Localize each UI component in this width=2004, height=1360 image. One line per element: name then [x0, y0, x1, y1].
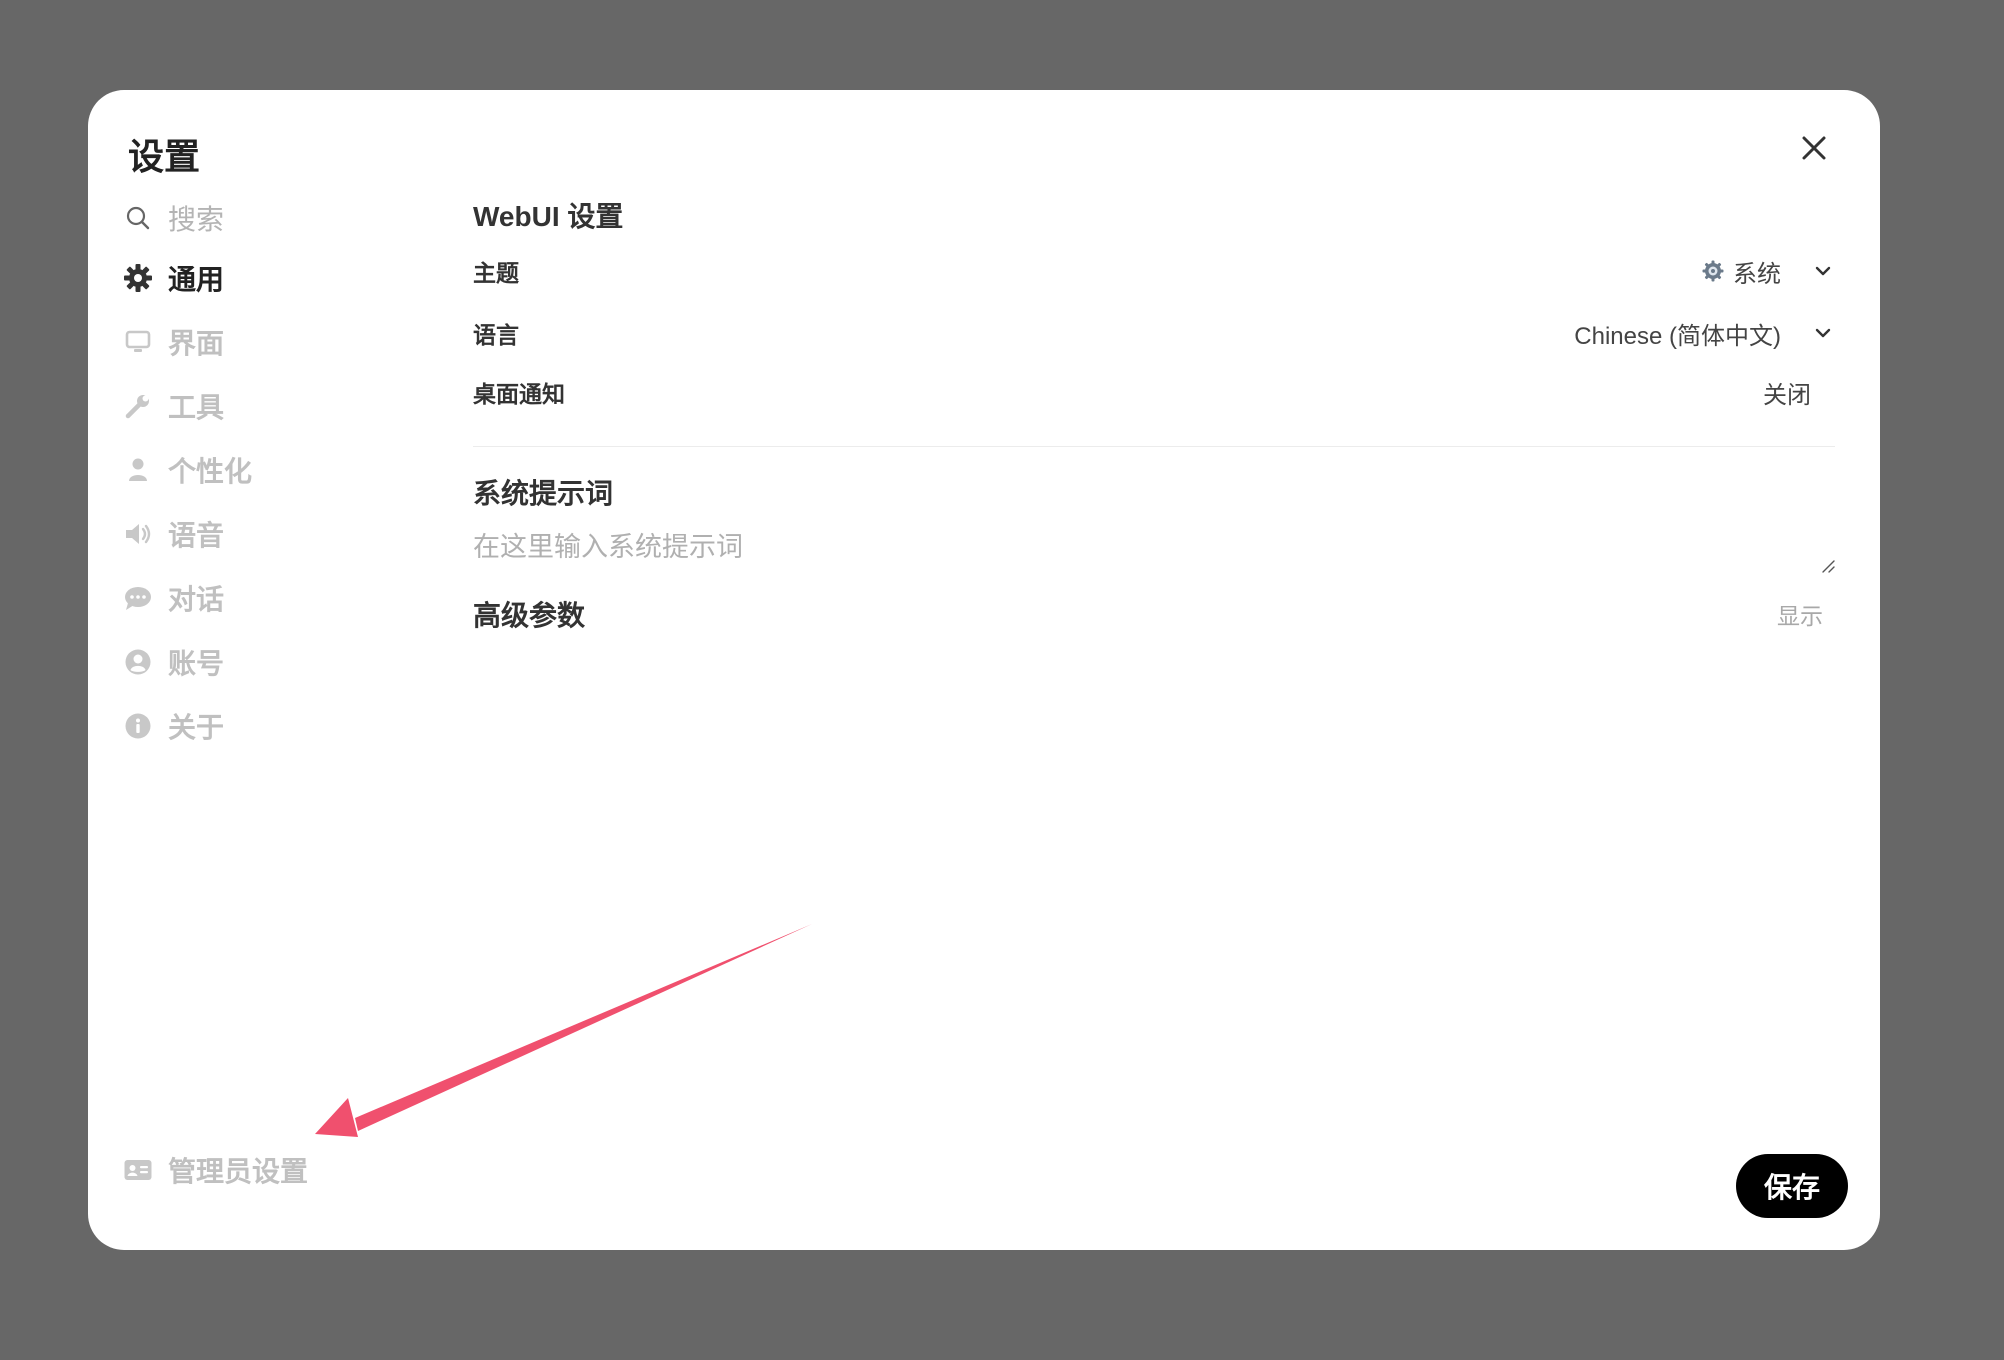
sidebar-item-voice[interactable]: 语音: [122, 502, 422, 566]
system-prompt-title: 系统提示词: [473, 478, 614, 509]
notifications-toggle[interactable]: 关闭: [1763, 375, 1811, 410]
sidebar-item-label: 界面: [168, 328, 225, 359]
sidebar-item-about[interactable]: 关于: [122, 694, 422, 758]
chevron-down-icon: [1811, 259, 1835, 283]
sidebar-item-interface[interactable]: 界面: [122, 310, 422, 374]
general-settings-panel: WebUI 设置 主题 系统 语言 Chinese (简体中文) 桌面通知 关闭…: [473, 190, 1835, 641]
info-icon: [122, 710, 154, 742]
theme-label: 主题: [473, 260, 519, 286]
language-select[interactable]: Chinese (简体中文): [1574, 316, 1835, 351]
search-icon: [122, 202, 154, 234]
sidebar-item-label: 语音: [168, 520, 225, 551]
system-gear-icon: [1701, 259, 1725, 283]
gear-icon: [122, 262, 154, 294]
sidebar-item-label: 关于: [168, 712, 225, 743]
close-button[interactable]: [1794, 128, 1834, 168]
monitor-icon: [122, 326, 154, 358]
advanced-params-toggle[interactable]: 显示: [1777, 597, 1823, 631]
theme-row: 主题 系统: [473, 240, 1835, 302]
sidebar-item-personalization[interactable]: 个性化: [122, 438, 422, 502]
language-label: 语言: [473, 322, 519, 348]
chevron-down-icon: [1811, 321, 1835, 345]
resize-handle-icon[interactable]: [1821, 559, 1835, 573]
theme-select[interactable]: 系统: [1701, 254, 1835, 289]
sidebar-item-label: 通用: [168, 264, 225, 295]
settings-modal: 设置 搜索 通用 界面 工具 个性化 语音 对话 账号 关于 管理员设置 Web…: [88, 90, 1880, 1250]
user-icon: [122, 454, 154, 486]
sidebar-search-label: 搜索: [168, 204, 225, 235]
modal-title: 设置: [128, 136, 201, 177]
sidebar-item-tools[interactable]: 工具: [122, 374, 422, 438]
sidebar-item-label: 对话: [168, 584, 225, 615]
sidebar-item-general[interactable]: 通用: [122, 246, 422, 310]
theme-value: 系统: [1733, 260, 1781, 288]
sidebar-item-label: 个性化: [168, 456, 253, 487]
admin-settings-label: 管理员设置: [168, 1156, 309, 1187]
sidebar-item-chats[interactable]: 对话: [122, 566, 422, 630]
system-prompt-placeholder: 在这里输入系统提示词: [473, 532, 743, 562]
section-divider: [473, 446, 1835, 447]
sidebar-item-label: 工具: [168, 392, 225, 423]
settings-sidebar: 搜索 通用 界面 工具 个性化 语音 对话 账号 关于: [122, 190, 422, 758]
notifications-label: 桌面通知: [473, 381, 565, 407]
webui-settings-title: WebUI 设置: [473, 201, 624, 232]
advanced-params-label: 高级参数: [473, 600, 586, 631]
sidebar-item-label: 账号: [168, 648, 225, 679]
system-prompt-textarea[interactable]: 在这里输入系统提示词: [473, 517, 1835, 587]
language-value: Chinese (简体中文): [1574, 322, 1781, 350]
chat-bubble-icon: [122, 582, 154, 614]
wrench-icon: [122, 390, 154, 422]
close-icon: [1802, 136, 1826, 160]
user-circle-icon: [122, 646, 154, 678]
save-button[interactable]: 保存: [1736, 1154, 1848, 1218]
speaker-icon: [122, 518, 154, 550]
language-row: 语言 Chinese (简体中文): [473, 302, 1835, 364]
advanced-params-row: 高级参数 显示: [473, 587, 1835, 641]
sidebar-search[interactable]: 搜索: [122, 190, 422, 246]
sidebar-item-admin-settings[interactable]: 管理员设置: [122, 1150, 308, 1190]
sidebar-item-account[interactable]: 账号: [122, 630, 422, 694]
notifications-row: 桌面通知 关闭: [473, 364, 1835, 420]
id-card-icon: [122, 1154, 154, 1186]
